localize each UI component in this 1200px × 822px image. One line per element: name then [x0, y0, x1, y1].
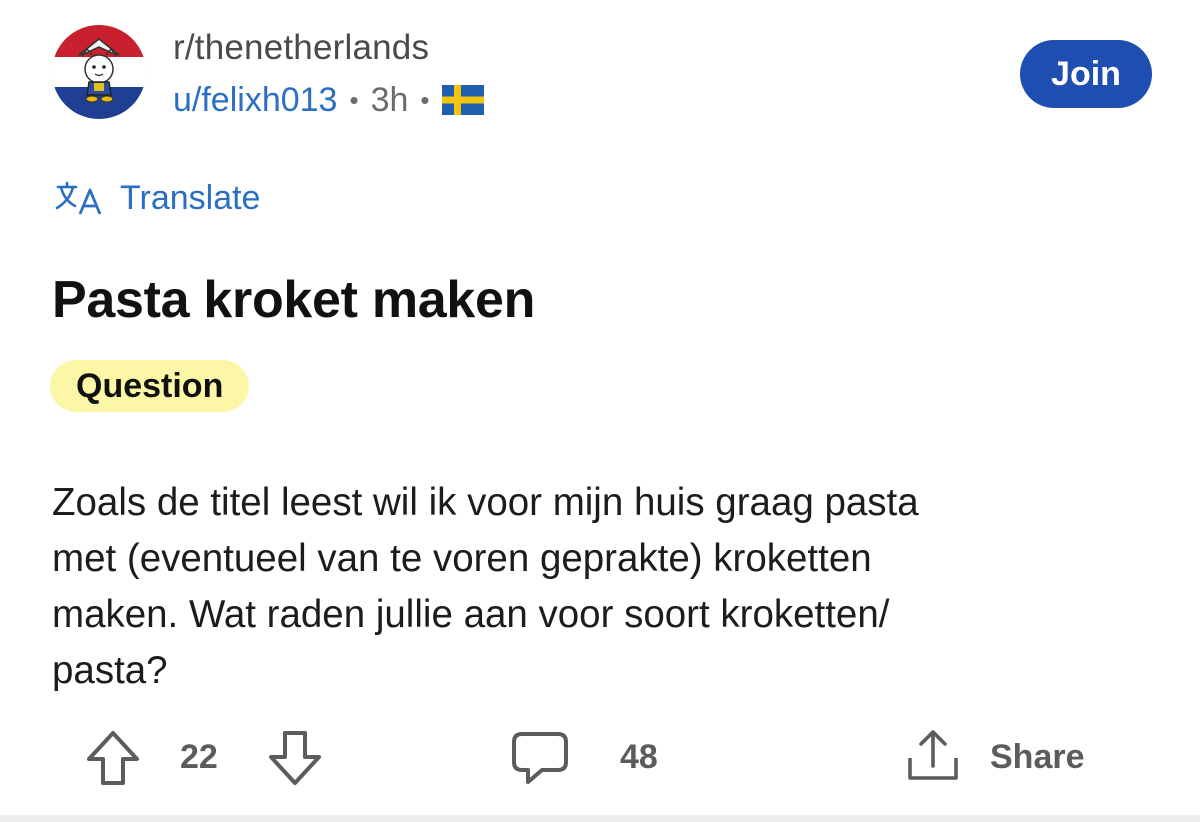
post-title[interactable]: Pasta kroket maken: [52, 270, 535, 330]
post-actions-bar: 22 48 Share: [0, 720, 1200, 792]
post-header: r/thenetherlands u/felixh013 • 3h • Join: [0, 0, 1200, 140]
post-body: Zoals de titel leest wil ik voor mijn hu…: [52, 475, 1142, 699]
share-button-label[interactable]: Share: [990, 738, 1085, 777]
subreddit-name[interactable]: r/thenetherlands: [173, 28, 429, 68]
translate-label: Translate: [120, 178, 261, 217]
comment-count: 48: [620, 738, 658, 776]
post-flair-badge[interactable]: Question: [50, 360, 250, 412]
post-body-line: maken. Wat raden jullie aan voor soort k…: [52, 593, 890, 636]
share-icon[interactable]: [902, 726, 964, 791]
bottom-divider: [0, 815, 1200, 822]
translate-icon: [52, 178, 108, 218]
translate-button[interactable]: Translate: [52, 176, 260, 220]
vote-score: 22: [180, 738, 218, 776]
meta-separator: •: [349, 84, 359, 115]
upvote-arrow-icon[interactable]: [84, 728, 142, 793]
post-meta: u/felixh013 • 3h •: [173, 80, 484, 120]
post-body-line: pasta?: [52, 649, 168, 692]
sweden-flag-icon: [441, 85, 484, 115]
post-page: r/thenetherlands u/felixh013 • 3h • Join…: [0, 0, 1200, 822]
meta-separator: •: [420, 84, 430, 115]
subreddit-avatar[interactable]: [52, 25, 146, 119]
dutch-mascot-avatar-icon: [52, 25, 146, 119]
author-username[interactable]: u/felixh013: [173, 81, 337, 120]
join-button[interactable]: Join: [1020, 40, 1152, 108]
post-body-line: Zoals de titel leest wil ik voor mijn hu…: [52, 481, 919, 524]
downvote-arrow-icon[interactable]: [266, 728, 324, 793]
post-time: 3h: [370, 80, 409, 119]
comment-bubble-icon[interactable]: [510, 730, 570, 793]
post-body-line: met (eventueel van te voren geprakte) kr…: [52, 537, 872, 580]
